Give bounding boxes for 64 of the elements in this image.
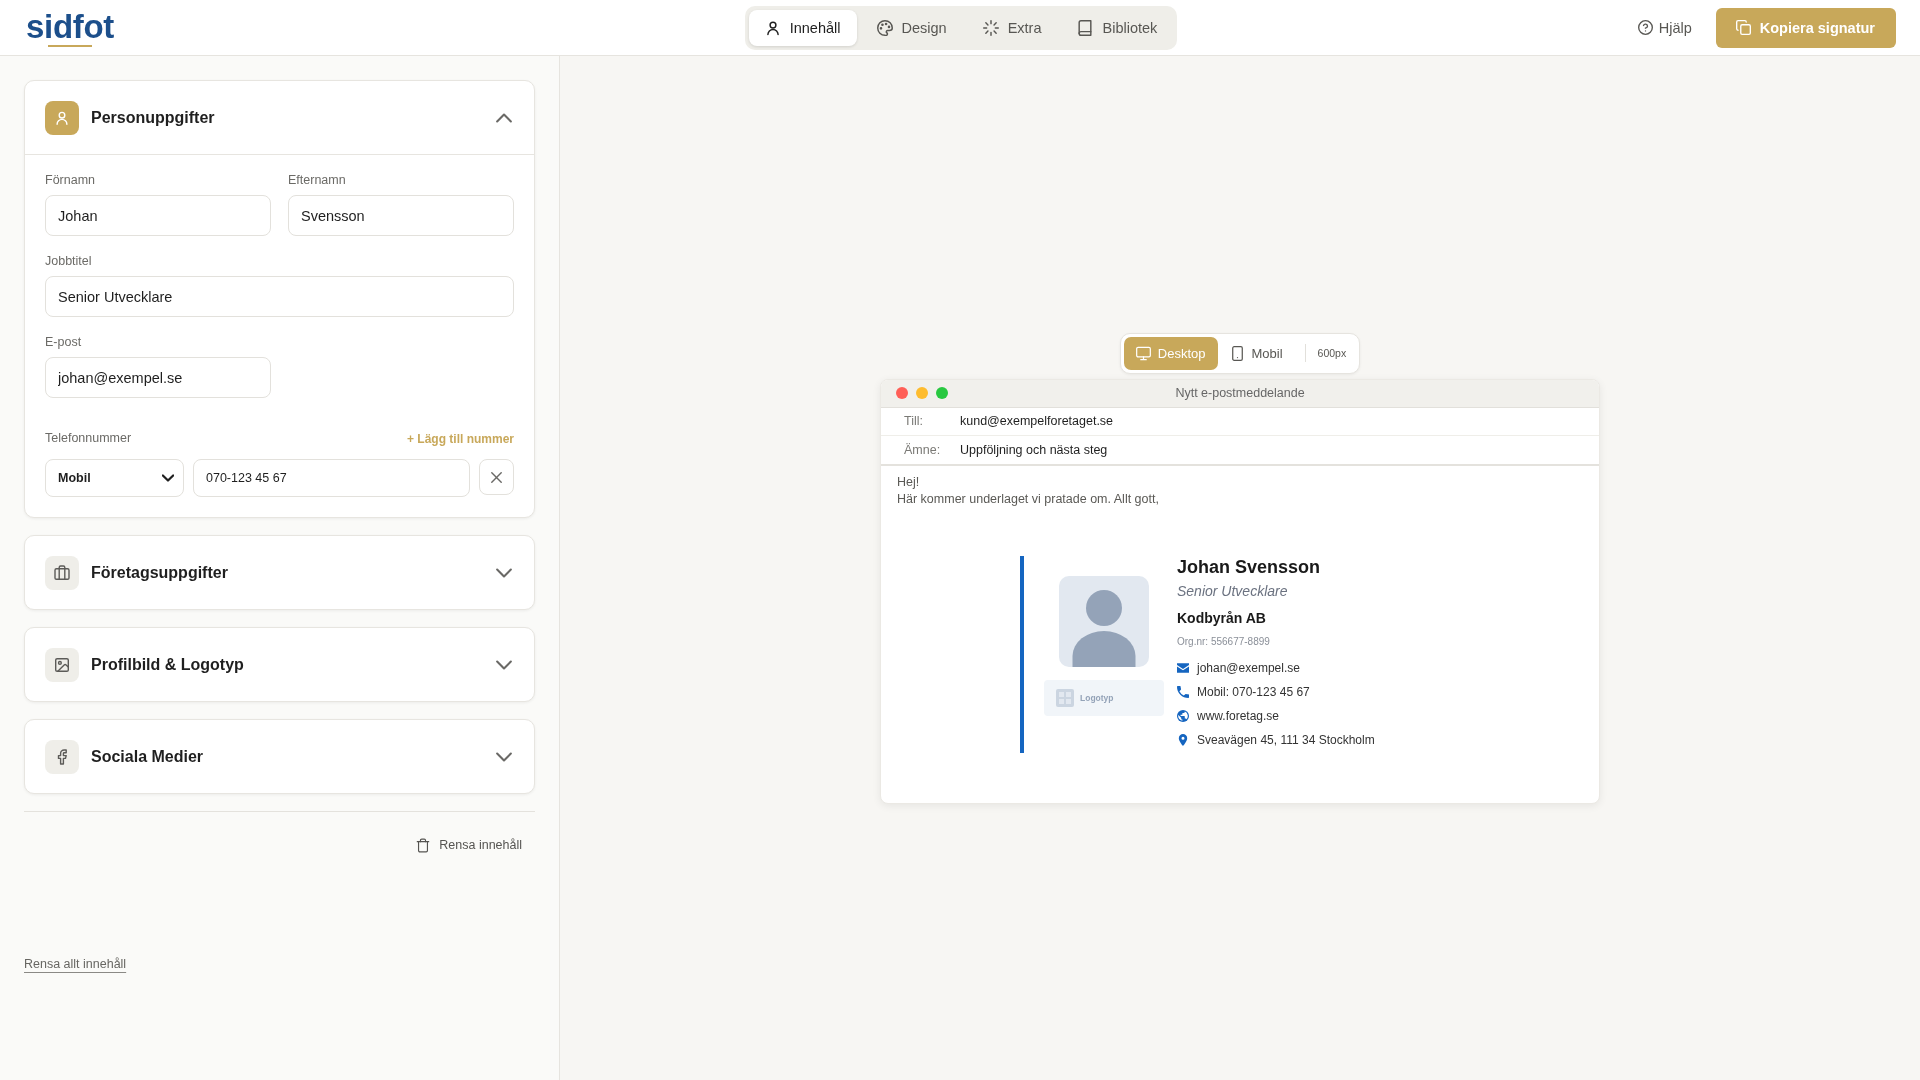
briefcase-icon	[45, 555, 79, 590]
text-field[interactable]: Svensson	[288, 195, 514, 236]
copy-icon	[1735, 20, 1751, 35]
field-label: Förnamn	[45, 173, 97, 188]
remove-number-button[interactable]	[479, 459, 514, 495]
nav-tab[interactable]: Extra	[966, 9, 1058, 46]
field-label: Till:	[903, 414, 924, 428]
field-label: Jobbtitel	[45, 254, 93, 269]
help-link[interactable]: Hjälp	[1637, 19, 1692, 36]
logo-placeholder-text: Logotyp	[1080, 692, 1114, 703]
email-body-text: Här kommer underlaget vi pratade om. Allt gott,	[897, 490, 1160, 508]
letter-f-icon	[45, 739, 79, 774]
subject-text: Uppföljning och nästa steg	[960, 442, 1108, 457]
section-header[interactable]: Företagsuppgifter	[25, 536, 534, 609]
phone-icon	[1177, 685, 1189, 698]
recipient-text: kund@exempelforetaget.se	[960, 414, 1114, 428]
map-pin-icon	[1177, 733, 1189, 746]
x-icon	[491, 471, 502, 483]
company-name: Kodbyrån AB	[1177, 608, 1267, 627]
section-header[interactable]: Sociala Medier	[25, 720, 534, 793]
nav-tab[interactable]: Innehåll	[748, 9, 857, 46]
phone-input[interactable]: 070-123 45 67	[193, 459, 470, 497]
palette-icon	[876, 19, 893, 36]
field-label: Efternamn	[288, 173, 347, 188]
chevron-down-icon	[162, 472, 174, 484]
contact-text: Mobil: 070-123 45 67	[1197, 684, 1310, 699]
text-field[interactable]: Senior Utvecklare	[45, 276, 514, 317]
clear-all-link[interactable]: Rensa allt innehåll	[24, 957, 127, 971]
email-body-text: Hej!	[897, 473, 921, 491]
book-icon	[1077, 19, 1094, 36]
window-control-dot-icon[interactable]	[936, 387, 948, 399]
field-label: Ämne:	[903, 442, 942, 457]
loader-icon	[982, 19, 999, 36]
window-title: Nytt e-postmeddelande	[1175, 386, 1305, 400]
contact-text: johan@exempel.se	[1197, 660, 1300, 675]
field-label: Telefonnummer	[45, 431, 132, 446]
section-header[interactable]: Profilbild & Logotyp	[25, 628, 534, 701]
help-icon	[1637, 20, 1653, 35]
globe-icon	[1177, 709, 1189, 722]
envelope-icon	[1177, 661, 1189, 674]
clear-content-button[interactable]: Rensa innehåll	[412, 830, 526, 860]
image-icon	[45, 647, 79, 682]
user-icon	[45, 100, 79, 135]
width-label: 600px	[1317, 347, 1348, 359]
contact-text: www.foretag.se	[1197, 708, 1280, 723]
contact-text: Sveavägen 45, 111 34 Stockholm	[1197, 732, 1375, 747]
org-number: Org.nr: 556677-8899	[1177, 634, 1271, 649]
window-control-dot-icon[interactable]	[916, 387, 928, 399]
phone-type-select[interactable]: Mobil	[45, 459, 184, 497]
grid-icon	[1056, 688, 1074, 707]
text-field[interactable]: Johan	[45, 195, 271, 236]
nav-tab[interactable]: Design	[860, 9, 963, 46]
monitor-icon	[1135, 345, 1151, 361]
signature-title: Senior Utvecklare	[1177, 581, 1289, 600]
nav-tab[interactable]: Bibliotek	[1061, 9, 1174, 46]
text-field[interactable]: johan@exempel.se	[45, 357, 271, 398]
trash-icon	[416, 837, 431, 853]
smartphone-icon	[1229, 345, 1245, 361]
signature-name: Johan Svensson	[1177, 555, 1322, 578]
field-label: E-post	[45, 335, 83, 350]
window-control-dot-icon[interactable]	[896, 387, 908, 399]
section-header[interactable]: Personuppgifter	[25, 81, 534, 155]
view-mode-button[interactable]: Mobil	[1217, 336, 1295, 370]
user-icon	[764, 19, 781, 36]
